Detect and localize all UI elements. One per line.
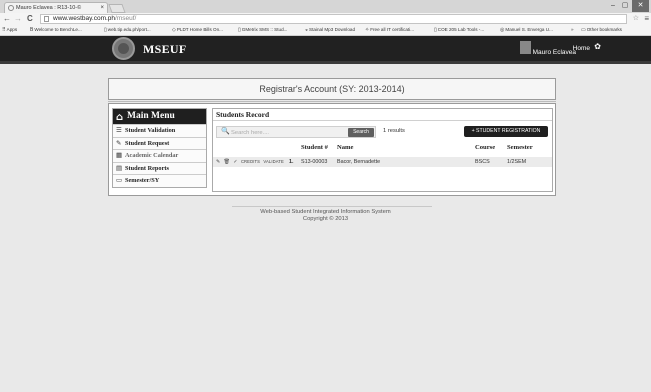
student-number: S13-00003 bbox=[301, 159, 328, 165]
report-icon: ▤ bbox=[116, 163, 123, 172]
globe-icon bbox=[8, 5, 14, 11]
bookmarks-bar: ⠿Apps BWelcome to BenchLe... ▯web.tip.ed… bbox=[0, 25, 651, 36]
url-host: www.westbay.com.ph bbox=[53, 15, 116, 22]
bookmark-star-icon[interactable]: ☆ bbox=[633, 14, 639, 22]
row-actions: ✎ 🗑 ✓ CREDITS VALIDATE bbox=[216, 157, 286, 167]
search-button[interactable]: Search bbox=[348, 128, 374, 137]
search-box: 🔍 Search bbox=[216, 126, 376, 138]
close-icon[interactable]: × bbox=[100, 3, 104, 13]
column-name: Name bbox=[337, 144, 354, 151]
bookmark-item[interactable]: ▭Other bookmarks bbox=[581, 25, 622, 35]
pldt-icon: ◇ bbox=[172, 27, 176, 33]
calendar-icon: ▦ bbox=[116, 151, 123, 159]
home-icon: ⌂ bbox=[116, 112, 124, 123]
footer-system-name: Web-based Student Integrated Information… bbox=[260, 209, 391, 215]
student-name: Bacor, Bernadette bbox=[337, 159, 381, 165]
content-panel: ⌂ Main Menu ☰ Student Validation ✎ Stude… bbox=[108, 103, 556, 196]
student-semester: 1/2SEM bbox=[507, 159, 527, 165]
user-name: Mauro Eclavea bbox=[532, 49, 576, 56]
address-bar[interactable]: www.westbay.com.ph/mseuf/ bbox=[40, 14, 627, 24]
students-record-panel: Students Record 🔍 Search 1 results + STU… bbox=[212, 108, 553, 192]
menu-item-student-reports[interactable]: ▤ Student Reports bbox=[113, 161, 206, 174]
student-registration-button[interactable]: + STUDENT REGISTRATION bbox=[464, 126, 548, 137]
bookmark-item[interactable]: ◒Stainal Mp3 Download bbox=[305, 25, 355, 35]
records-title: Students Record bbox=[213, 109, 552, 121]
search-icon: 🔍 bbox=[221, 127, 230, 135]
menu-item-student-request[interactable]: ✎ Student Request bbox=[113, 136, 206, 149]
student-course: BSCS bbox=[475, 159, 490, 165]
menu-item-semester-sy[interactable]: ▭ Semester/SY bbox=[113, 174, 206, 187]
bookmark-item[interactable]: ⠿Apps bbox=[2, 25, 17, 35]
menu-item-academic-calendar[interactable]: ▦ Academic Calendar bbox=[113, 149, 206, 162]
column-semester: Semester bbox=[507, 144, 533, 151]
bookmark-item[interactable]: ▯COE 205 Lab Tools -... bbox=[434, 25, 484, 35]
gear-icon[interactable]: ✿ bbox=[594, 42, 601, 51]
minimize-icon[interactable]: – bbox=[608, 0, 618, 12]
table-header: Student # Name Course Semester bbox=[213, 144, 552, 155]
browser-tabstrip: Mauro Eclavea : R13-10-© × – ▢ ✕ bbox=[0, 0, 651, 13]
browser-tab[interactable]: Mauro Eclavea : R13-10-© × bbox=[4, 2, 108, 13]
results-count: 1 results bbox=[383, 128, 405, 134]
browser-menu-icon[interactable]: ≡ bbox=[644, 14, 649, 23]
url-path: /mseuf/ bbox=[115, 15, 137, 22]
bookmark-item[interactable]: BWelcome to BenchLe... bbox=[30, 25, 82, 35]
footer-copyright: Copyright © 2013 bbox=[302, 216, 349, 222]
window-icon: ▭ bbox=[116, 176, 123, 184]
pencil-icon: ✎ bbox=[116, 138, 122, 147]
user-menu[interactable]: Mauro Eclavea bbox=[519, 41, 576, 56]
cert-icon: ✧ bbox=[365, 27, 370, 33]
back-arrow-icon[interactable]: ← bbox=[3, 14, 11, 24]
main-menu-header: ⌂ Main Menu bbox=[113, 109, 206, 124]
forward-arrow-icon[interactable]: → bbox=[14, 14, 22, 24]
page-icon: ▯ bbox=[434, 27, 437, 33]
bookmark-item[interactable]: ◇PLDT Home Bills On... bbox=[172, 25, 223, 35]
table-row: ✎ 🗑 ✓ CREDITS VALIDATE 1. S13-00003 Baco… bbox=[213, 157, 552, 167]
footer-divider bbox=[232, 206, 432, 207]
validate-link[interactable]: VALIDATE bbox=[263, 159, 283, 164]
window-close-icon[interactable]: ✕ bbox=[632, 0, 649, 12]
search-input[interactable] bbox=[231, 128, 341, 137]
main-menu: ⌂ Main Menu ☰ Student Validation ✎ Stude… bbox=[112, 108, 207, 188]
page-icon: ▯ bbox=[238, 27, 241, 33]
b-icon: B bbox=[30, 27, 34, 33]
divider bbox=[108, 101, 556, 102]
browser-toolbar: ← → C www.westbay.com.ph/mseuf/ ☆ ≡ bbox=[0, 13, 651, 25]
list-icon: ☰ bbox=[116, 126, 122, 134]
check-icon[interactable]: ✓ bbox=[233, 159, 237, 165]
bookmark-item[interactable]: ✧Free all IT certificati... bbox=[365, 25, 414, 35]
column-course: Course bbox=[475, 144, 496, 151]
trash-icon[interactable]: 🗑 bbox=[224, 159, 230, 165]
page-icon: ▯ bbox=[104, 27, 107, 33]
reload-icon[interactable]: C bbox=[27, 14, 33, 24]
university-seal-icon[interactable] bbox=[112, 37, 135, 60]
new-tab-button[interactable] bbox=[108, 4, 126, 13]
bookmark-item[interactable]: ▯web.tip.edu.ph/port... bbox=[104, 25, 151, 35]
menu-item-student-validation[interactable]: ☰ Student Validation bbox=[113, 124, 206, 137]
site-navbar: MSEUF Mauro Eclavea Home ✿ bbox=[0, 36, 651, 64]
avatar bbox=[519, 41, 531, 54]
credits-link[interactable]: CREDITS bbox=[241, 159, 260, 164]
folder-icon: ▭ bbox=[581, 27, 586, 33]
home-link[interactable]: Home bbox=[573, 45, 590, 52]
apps-icon: ⠿ bbox=[2, 27, 6, 33]
bookmark-item[interactable]: ▯GMetrix SMS :: Stud... bbox=[238, 25, 287, 35]
download-icon: ◒ bbox=[305, 27, 309, 33]
edit-icon[interactable]: ✎ bbox=[216, 159, 220, 165]
bookmark-item[interactable]: ◎Manuel S. Enverga U... bbox=[500, 25, 553, 35]
site-name[interactable]: MSEUF bbox=[143, 42, 187, 57]
row-number: 1. bbox=[289, 159, 294, 165]
profile-icon: ◎ bbox=[500, 27, 505, 33]
more-bookmarks-icon[interactable]: » bbox=[571, 25, 574, 35]
maximize-icon[interactable]: ▢ bbox=[620, 0, 630, 12]
tab-title: Mauro Eclavea : R13-10-© bbox=[16, 5, 82, 11]
page-title: Registrar's Account (SY: 2013-2014) bbox=[108, 78, 556, 100]
column-student-no: Student # bbox=[301, 144, 328, 151]
page-icon bbox=[44, 16, 49, 22]
